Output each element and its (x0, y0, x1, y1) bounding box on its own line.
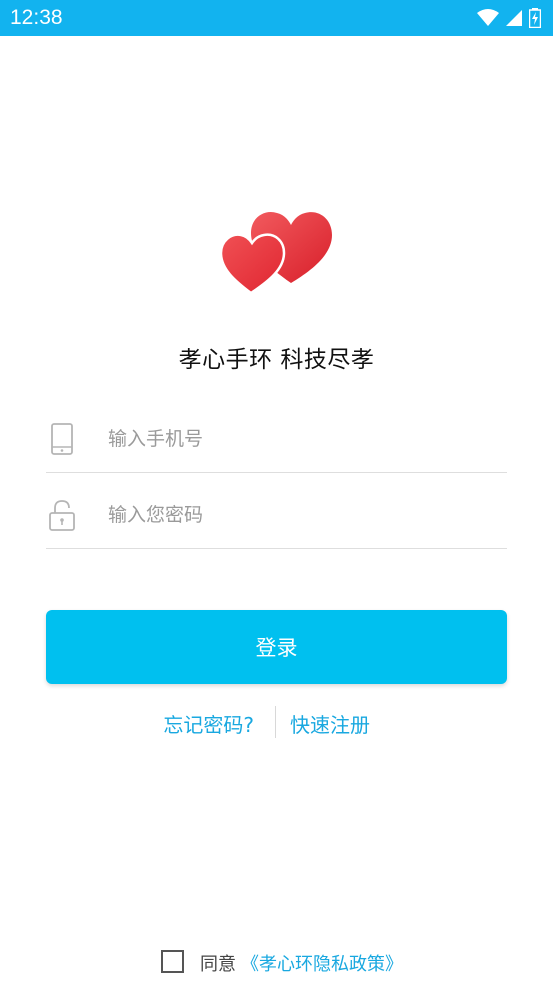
phone-input[interactable] (106, 420, 500, 458)
phone-field (46, 402, 507, 473)
agreement-row: 同意 《孝心环隐私政策》 (0, 948, 553, 978)
double-heart-logo (219, 211, 332, 295)
signal-icon (506, 10, 522, 26)
agree-checkbox[interactable] (161, 950, 184, 973)
links-divider (275, 706, 276, 738)
password-field (46, 478, 507, 549)
status-time: 12:38 (10, 6, 63, 29)
quick-register-link[interactable]: 快速注册 (290, 709, 370, 738)
wifi-icon (477, 9, 499, 26)
battery-charging-icon (529, 8, 541, 28)
agree-label: 同意 (200, 954, 236, 975)
slogan-text: 孝心手环 科技尽孝 (178, 347, 375, 373)
status-icons (477, 8, 541, 28)
privacy-policy-link[interactable]: 《孝心环隐私政策》 (241, 950, 403, 976)
login-button[interactable]: 登录 (46, 610, 507, 684)
password-input[interactable] (106, 496, 500, 534)
auth-links: 忘记密码? 快速注册 (0, 706, 553, 740)
phone-icon (51, 423, 73, 455)
status-bar: 12:38 (0, 0, 553, 36)
forgot-password-link[interactable]: 忘记密码? (163, 709, 254, 738)
lock-icon (49, 500, 75, 531)
